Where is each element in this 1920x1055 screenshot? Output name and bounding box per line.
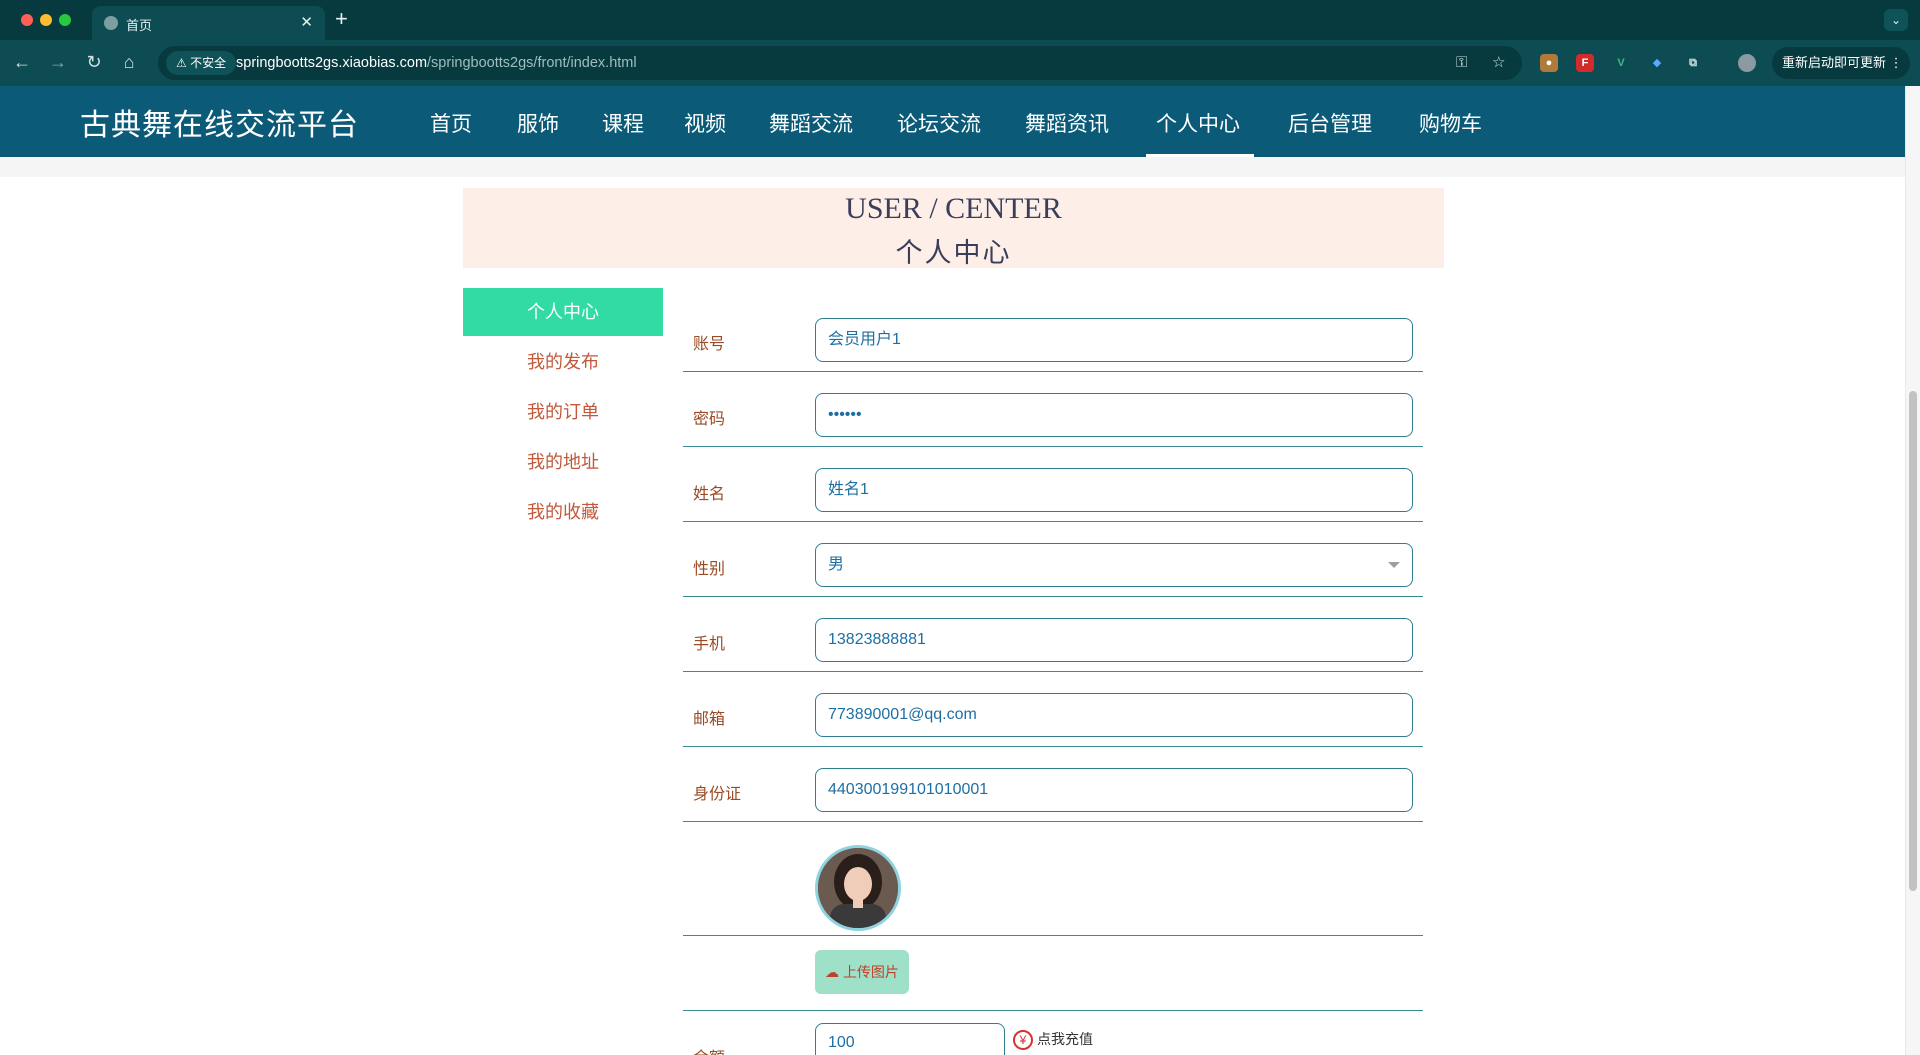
- recharge-label: 点我充值: [1037, 1031, 1093, 1047]
- gender-selected-value: 男: [828, 556, 845, 573]
- globe-icon: [104, 16, 118, 30]
- profile-avatar-icon[interactable]: [1738, 54, 1756, 72]
- nav-dance-news[interactable]: 舞蹈资讯: [1025, 108, 1109, 138]
- side-menu-my-favorites[interactable]: 我的收藏: [463, 488, 663, 536]
- side-menu-my-posts[interactable]: 我的发布: [463, 338, 663, 386]
- banner-title-en: USER / CENTER: [845, 192, 1062, 225]
- banner-title-cn: 个人中心: [895, 238, 1012, 269]
- upload-image-label: 上传图片: [842, 964, 899, 980]
- side-menu-my-orders[interactable]: 我的订单: [463, 388, 663, 436]
- balance-label: 余额: [693, 1044, 725, 1055]
- site-header: 古典舞在线交流平台 首页 服饰 课程 视频 舞蹈交流 论坛交流 舞蹈资讯 个人中…: [0, 86, 1905, 157]
- browser-tab-bar: 首页 ✕ + ⌄: [0, 0, 1920, 40]
- nav-user-center[interactable]: 个人中心: [1156, 108, 1240, 138]
- avatar-image: [818, 848, 898, 928]
- chevron-down-icon: [1388, 562, 1400, 568]
- scrollbar-thumb[interactable]: [1909, 391, 1917, 891]
- puzzle-extensions-icon[interactable]: ⧉: [1684, 54, 1702, 72]
- tab-title: 首页: [126, 18, 153, 33]
- vue-devtools-icon[interactable]: V: [1612, 54, 1630, 72]
- minimize-window-button[interactable]: [40, 14, 52, 26]
- forward-arrow-icon[interactable]: →: [46, 51, 70, 73]
- extension-icon-fe[interactable]: F: [1576, 54, 1594, 72]
- address-bar[interactable]: ⚠ 不安全 springbootts2gs.xiaobias.com/sprin…: [158, 46, 1522, 80]
- nav-course[interactable]: 课程: [602, 108, 644, 138]
- nav-cart[interactable]: 购物车: [1419, 108, 1482, 138]
- side-menu-user-center[interactable]: 个人中心: [463, 288, 663, 336]
- form-row-avatar: [683, 829, 1423, 936]
- back-arrow-icon[interactable]: ←: [10, 51, 34, 73]
- email-label: 邮箱: [693, 711, 726, 728]
- header-shadow: [0, 157, 1905, 177]
- idcard-label: 身份证: [693, 786, 742, 803]
- balance-input[interactable]: 100: [815, 1023, 1005, 1055]
- form-row-email: 邮箱 773890001@qq.com: [683, 679, 1423, 747]
- page-banner: USER / CENTER 个人中心: [463, 188, 1444, 269]
- yen-icon: ¥: [1013, 1030, 1033, 1051]
- password-label: 密码: [693, 411, 726, 428]
- browser-tab[interactable]: 首页 ✕: [92, 6, 325, 40]
- security-warning-badge[interactable]: ⚠ 不安全: [166, 51, 237, 75]
- key-icon[interactable]: ⚿: [1456, 54, 1467, 72]
- extension-icon-1[interactable]: ●: [1540, 54, 1558, 72]
- name-label: 姓名: [693, 486, 726, 503]
- form-row-gender: 性别 男: [683, 529, 1423, 597]
- site-logo[interactable]: 古典舞在线交流平台: [80, 100, 359, 144]
- url-host: springbootts2gs.xiaobias.com: [236, 55, 428, 71]
- gem-extension-icon[interactable]: ◆: [1648, 54, 1666, 72]
- relaunch-update-button[interactable]: 重新启动即可更新 ⋮: [1772, 47, 1910, 79]
- gender-select[interactable]: 男: [815, 543, 1413, 587]
- browser-toolbar: ← → ↻ ⌂ ⚠ 不安全 springbootts2gs.xiaobias.c…: [0, 40, 1920, 86]
- recharge-link[interactable]: ¥ 点我充值: [1013, 1029, 1093, 1051]
- side-menu-my-address[interactable]: 我的地址: [463, 438, 663, 486]
- idcard-input[interactable]: 440300199101010001: [815, 768, 1413, 812]
- nav-video[interactable]: 视频: [684, 108, 726, 138]
- reload-icon[interactable]: ↻: [82, 51, 106, 73]
- name-input[interactable]: 姓名1: [815, 468, 1413, 512]
- nav-home[interactable]: 首页: [430, 108, 472, 138]
- nav-dance-exchange[interactable]: 舞蹈交流: [769, 108, 853, 138]
- phone-label: 手机: [693, 636, 726, 653]
- email-input[interactable]: 773890001@qq.com: [815, 693, 1413, 737]
- password-input[interactable]: ••••••: [815, 393, 1413, 437]
- form-row-balance: 余额 100 ¥点我充值: [683, 1011, 1423, 1055]
- upload-image-button[interactable]: ☁ 上传图片: [815, 950, 909, 994]
- url-text[interactable]: springbootts2gs.xiaobias.com/springboott…: [236, 55, 637, 71]
- nav-costume[interactable]: 服饰: [517, 108, 559, 138]
- close-tab-icon[interactable]: ✕: [300, 13, 313, 31]
- maximize-window-button[interactable]: [59, 14, 71, 26]
- account-label: 账号: [693, 336, 726, 353]
- cloud-upload-icon: ☁: [825, 964, 840, 980]
- url-path: /springbootts2gs/front/index.html: [427, 55, 637, 71]
- star-icon[interactable]: ☆: [1492, 54, 1505, 72]
- nav-forum[interactable]: 论坛交流: [897, 108, 981, 138]
- new-tab-button[interactable]: +: [335, 7, 348, 31]
- form-row-idcard: 身份证 440300199101010001: [683, 754, 1423, 822]
- form-row-account: 账号 会员用户1: [683, 304, 1423, 372]
- form-row-upload: ☁ 上传图片: [683, 936, 1423, 1011]
- phone-input[interactable]: 13823888881: [815, 618, 1413, 662]
- home-icon[interactable]: ⌂: [117, 51, 141, 73]
- nav-admin[interactable]: 后台管理: [1288, 108, 1372, 138]
- gender-label: 性别: [693, 561, 726, 578]
- avatar: [815, 845, 901, 931]
- tab-search-button[interactable]: ⌄: [1884, 9, 1908, 31]
- form-row-phone: 手机 13823888881: [683, 604, 1423, 672]
- form-row-name: 姓名 姓名1: [683, 454, 1423, 522]
- page-scrollbar[interactable]: [1905, 86, 1920, 1055]
- account-input[interactable]: 会员用户1: [815, 318, 1413, 362]
- close-window-button[interactable]: [21, 14, 33, 26]
- form-row-password: 密码 ••••••: [683, 379, 1423, 447]
